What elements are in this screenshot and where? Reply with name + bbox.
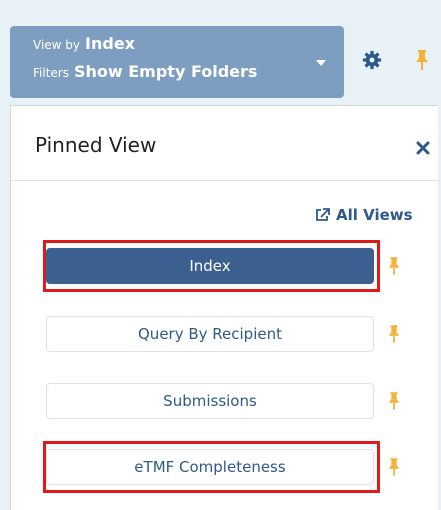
pinned-view-panel: Pinned View All Views Index Query By Rec… [10,105,439,510]
view-by-label: View by [33,38,81,52]
pushpin-icon[interactable] [387,457,401,477]
pushpin-icon[interactable] [387,324,401,344]
view-row-etmf-completeness: eTMF Completeness [11,441,439,493]
filters-label: Filters [33,66,69,80]
panel-title: Pinned View [35,133,157,157]
divider [11,180,439,181]
pushpin-icon[interactable] [387,256,401,276]
view-button-etmf-completeness[interactable]: eTMF Completeness [46,449,374,485]
view-row-submissions: Submissions [11,379,439,423]
all-views-label: All Views [336,206,413,224]
pushpin-icon[interactable] [387,391,401,411]
chevron-down-icon [316,60,326,66]
view-button-query-by-recipient[interactable]: Query By Recipient [46,316,374,352]
view-row-index: Index [11,240,439,292]
view-button-index[interactable]: Index [46,248,374,284]
view-row-query-by-recipient: Query By Recipient [11,312,439,356]
view-filter-dropdown[interactable]: View by Index Filters Show Empty Folders [10,26,344,98]
filters-value: Show Empty Folders [73,62,258,81]
external-link-icon [316,208,330,221]
pushpin-icon[interactable] [414,50,430,70]
close-icon[interactable] [416,141,430,155]
all-views-link[interactable]: All Views [315,206,413,224]
gear-icon[interactable] [362,50,382,70]
view-button-submissions[interactable]: Submissions [46,383,374,419]
view-by-value: Index [85,34,135,53]
